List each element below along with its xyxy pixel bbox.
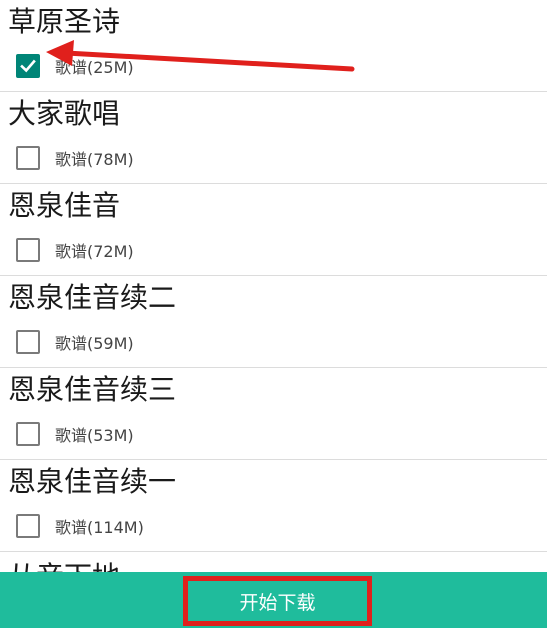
group-title: 大家歌唱 <box>8 97 121 130</box>
group-title: 恩泉佳音续一 <box>8 465 177 498</box>
option-label: 歌谱(25M) <box>55 58 134 77</box>
app-root: 草原圣诗 歌谱(25M) 大家歌唱 歌谱(78M) 恩泉佳音 歌谱(72M) 恩… <box>0 0 547 628</box>
checkbox[interactable] <box>16 422 40 446</box>
checkbox[interactable] <box>16 330 40 354</box>
option-row[interactable]: 歌谱(114M) <box>16 511 144 541</box>
group-item: 恩泉佳音续一 歌谱(114M) <box>0 460 547 552</box>
option-row[interactable]: 歌谱(72M) <box>16 235 134 265</box>
option-label: 歌谱(78M) <box>55 150 134 169</box>
group-title: 恩泉佳音 <box>8 189 121 222</box>
option-label: 歌谱(72M) <box>55 242 134 261</box>
checkbox[interactable] <box>16 54 40 78</box>
song-book-list[interactable]: 草原圣诗 歌谱(25M) 大家歌唱 歌谱(78M) 恩泉佳音 歌谱(72M) 恩… <box>0 0 547 572</box>
option-row[interactable]: 歌谱(25M) <box>16 51 134 81</box>
group-item-partial: 从音下地 <box>0 552 547 572</box>
checkbox[interactable] <box>16 238 40 262</box>
group-title: 恩泉佳音续三 <box>8 373 177 406</box>
option-label: 歌谱(114M) <box>55 518 144 537</box>
group-title: 恩泉佳音续二 <box>8 281 177 314</box>
bottom-bar: 开始下载 <box>0 572 547 628</box>
start-download-button[interactable]: 开始下载 <box>183 576 372 626</box>
option-label: 歌谱(59M) <box>55 334 134 353</box>
group-item: 恩泉佳音 歌谱(72M) <box>0 184 547 276</box>
option-row[interactable]: 歌谱(78M) <box>16 143 134 173</box>
checkbox[interactable] <box>16 146 40 170</box>
option-row[interactable]: 歌谱(53M) <box>16 419 134 449</box>
group-title: 草原圣诗 <box>8 5 121 38</box>
group-item: 草原圣诗 歌谱(25M) <box>0 0 547 92</box>
checkbox[interactable] <box>16 514 40 538</box>
option-label: 歌谱(53M) <box>55 426 134 445</box>
group-item: 恩泉佳音续三 歌谱(53M) <box>0 368 547 460</box>
group-item: 恩泉佳音续二 歌谱(59M) <box>0 276 547 368</box>
group-item: 大家歌唱 歌谱(78M) <box>0 92 547 184</box>
group-title: 从音下地 <box>8 557 120 572</box>
option-row[interactable]: 歌谱(59M) <box>16 327 134 357</box>
check-icon <box>20 59 36 73</box>
